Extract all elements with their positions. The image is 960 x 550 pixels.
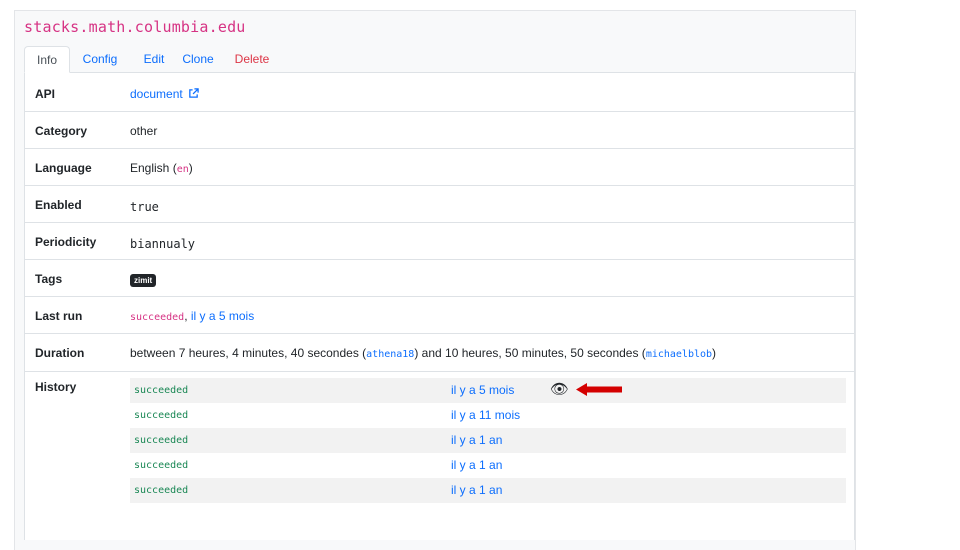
duration-value: between 7 heures, 4 minutes, 40 secondes… — [130, 346, 716, 360]
tab-config[interactable]: Config — [78, 46, 122, 72]
worker-link-1[interactable]: athena18 — [366, 349, 414, 360]
api-value: document — [130, 87, 199, 101]
history-status: succeeded — [134, 385, 189, 396]
history-status: succeeded — [134, 410, 189, 421]
worker-link-2[interactable]: michaelblob — [646, 349, 712, 360]
row-last-run: Last run succeeded, il y a 5 mois — [25, 297, 854, 334]
duration-text-1: between 7 heures, 4 minutes, 40 secondes… — [130, 346, 367, 360]
tab-clone[interactable]: Clone — [176, 46, 220, 72]
row-api: API document — [25, 73, 854, 112]
page-title: stacks.math.columbia.edu — [24, 18, 246, 36]
details-table: API document Category other Language Eng… — [24, 73, 855, 540]
language-close: ) — [188, 161, 193, 175]
history-row: succeeded il y a 1 an — [130, 428, 846, 453]
history-time-link[interactable]: il y a 11 mois — [451, 403, 520, 428]
history-time-link[interactable]: il y a 1 an — [451, 428, 502, 453]
label-periodicity: Periodicity — [35, 235, 97, 249]
label-tags: Tags — [35, 272, 63, 286]
row-category: Category other — [25, 112, 854, 149]
tab-delete[interactable]: Delete — [229, 46, 275, 72]
label-enabled: Enabled — [35, 198, 82, 212]
category-value: other — [130, 124, 158, 138]
language-code: en — [176, 164, 189, 175]
row-language: Language English (en) — [25, 149, 854, 186]
history-status: succeeded — [134, 435, 189, 446]
label-category: Category — [35, 124, 88, 138]
row-duration: Duration between 7 heures, 4 minutes, 40… — [25, 334, 854, 372]
history-row: succeeded il y a 5 mois 👁 — [130, 378, 846, 403]
language-name: English ( — [130, 161, 177, 175]
last-run-time-link[interactable]: il y a 5 mois — [191, 309, 254, 323]
row-tags: Tags zimit — [25, 260, 854, 297]
last-run-separator: , — [184, 309, 191, 323]
tag-badge[interactable]: zimit — [130, 274, 157, 287]
history-status: succeeded — [134, 485, 189, 496]
language-value: English (en) — [130, 161, 193, 175]
history-time-link[interactable]: il y a 1 an — [451, 453, 502, 478]
label-history: History — [35, 380, 77, 394]
label-language: Language — [35, 161, 92, 175]
duration-text-3: ) — [712, 346, 717, 360]
enabled-value: true — [130, 200, 159, 214]
tab-bar: Info Config Edit Clone Delete — [24, 46, 855, 73]
label-duration: Duration — [35, 346, 85, 360]
history-status: succeeded — [134, 460, 189, 471]
red-arrow-left-icon — [576, 383, 622, 396]
last-run-value: succeeded, il y a 5 mois — [130, 309, 254, 323]
periodicity-value: biannualy — [130, 237, 196, 251]
external-link-icon[interactable] — [188, 88, 199, 99]
row-periodicity: Periodicity biannualy — [25, 223, 854, 260]
history-time-link[interactable]: il y a 1 an — [451, 478, 502, 503]
tab-info[interactable]: Info — [24, 46, 70, 73]
label-api: API — [35, 87, 56, 101]
label-last-run: Last run — [35, 309, 83, 323]
tags-value: zimit — [130, 272, 157, 287]
history-row: succeeded il y a 1 an — [130, 478, 846, 503]
history-row: succeeded il y a 1 an — [130, 453, 846, 478]
last-run-status: succeeded — [130, 312, 185, 323]
row-enabled: Enabled true — [25, 186, 854, 223]
history-list: succeeded il y a 5 mois 👁 succeeded il y… — [130, 378, 846, 503]
history-row: succeeded il y a 11 mois — [130, 403, 846, 428]
eye-icon[interactable]: 👁 — [550, 382, 569, 398]
api-document-link[interactable]: document — [130, 87, 183, 101]
tab-edit[interactable]: Edit — [136, 46, 172, 72]
history-time-link[interactable]: il y a 5 mois — [451, 378, 514, 403]
duration-text-2: ) and 10 heures, 50 minutes, 50 secondes… — [414, 346, 646, 360]
